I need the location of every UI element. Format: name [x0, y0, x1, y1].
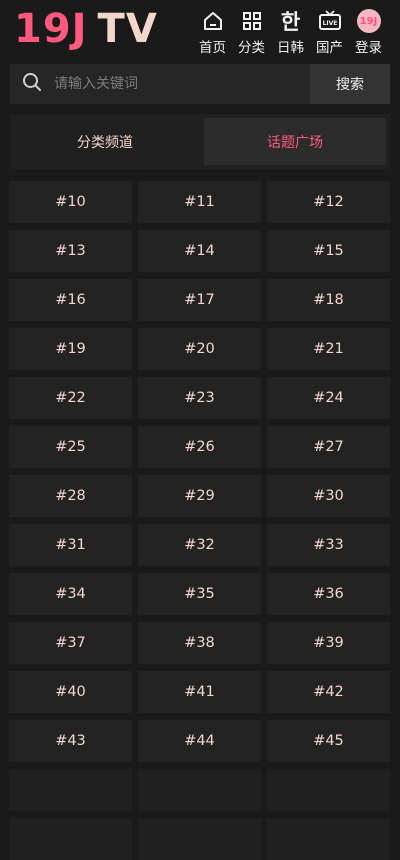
- topic-tag[interactable]: #12: [267, 181, 390, 223]
- topic-grid: #10 #11 #12 #13 #14 #15 #16 #17 #18 #19 #20 #21 #22 #…: [9, 181, 391, 860]
- topic-tag-loading: [267, 769, 390, 811]
- topic-tag[interactable]: #31: [9, 524, 132, 566]
- topic-tag[interactable]: #34: [9, 573, 132, 615]
- topic-tag[interactable]: #27: [267, 426, 390, 468]
- topic-tag[interactable]: #21: [267, 328, 390, 370]
- nav-login[interactable]: 19J 登录: [349, 8, 388, 56]
- topic-tag[interactable]: #36: [267, 573, 390, 615]
- topic-tag[interactable]: #33: [267, 524, 390, 566]
- nav-home-label: 首页: [199, 40, 226, 56]
- topic-tag[interactable]: #22: [9, 377, 132, 419]
- grid-icon: [239, 8, 265, 34]
- topic-tag[interactable]: #39: [267, 622, 390, 664]
- topic-tag[interactable]: #17: [138, 279, 261, 321]
- topic-tag[interactable]: #18: [267, 279, 390, 321]
- topic-tag[interactable]: #28: [9, 475, 132, 517]
- topic-tag[interactable]: #30: [267, 475, 390, 517]
- topic-tag-loading: [138, 769, 261, 811]
- topic-tag[interactable]: #16: [9, 279, 132, 321]
- nav-category-label: 分类: [238, 40, 265, 56]
- tab-category-channel[interactable]: 分类频道: [14, 118, 196, 165]
- topic-tag[interactable]: #40: [9, 671, 132, 713]
- header: 19J TV 首页 分类 한 日韩 LIVE 国产 19J 登录: [0, 0, 400, 60]
- topic-tag[interactable]: #29: [138, 475, 261, 517]
- avatar-icon: 19J: [356, 8, 382, 34]
- logo-text-tv: TV: [97, 6, 158, 52]
- logo-text-19j: 19J: [14, 6, 88, 52]
- topic-tag[interactable]: #38: [138, 622, 261, 664]
- logo[interactable]: 19J TV: [14, 6, 158, 52]
- topic-tag[interactable]: #15: [267, 230, 390, 272]
- korean-char-icon: 한: [280, 10, 301, 34]
- nav-japan-korea[interactable]: 한 日韩: [271, 8, 310, 56]
- topic-tag[interactable]: #19: [9, 328, 132, 370]
- search-bar: 搜索: [10, 64, 390, 104]
- topic-tag-loading: [9, 818, 132, 860]
- topic-tag-loading: [9, 769, 132, 811]
- topic-tag[interactable]: #14: [138, 230, 261, 272]
- nav-home[interactable]: 首页: [193, 8, 232, 56]
- topic-tag[interactable]: #41: [138, 671, 261, 713]
- search-icon: [22, 72, 42, 96]
- topic-tag[interactable]: #13: [9, 230, 132, 272]
- nav-login-label: 登录: [355, 40, 382, 56]
- topic-tag-loading: [138, 818, 261, 860]
- search-input[interactable]: [52, 75, 296, 93]
- topic-tag[interactable]: #24: [267, 377, 390, 419]
- topic-tag[interactable]: #20: [138, 328, 261, 370]
- nav-domestic-label: 国产: [316, 40, 343, 56]
- topic-tag[interactable]: #26: [138, 426, 261, 468]
- avatar: 19J: [356, 9, 381, 33]
- topic-tag[interactable]: #44: [138, 720, 261, 762]
- topic-tag-loading: [267, 818, 390, 860]
- tab-bar: 分类频道 话题广场: [10, 114, 390, 169]
- top-nav: 首页 分类 한 日韩 LIVE 国产 19J 登录: [193, 8, 388, 56]
- search-field[interactable]: [10, 64, 310, 104]
- nav-japan-korea-label: 日韩: [277, 40, 304, 56]
- topic-tag[interactable]: #10: [9, 181, 132, 223]
- topic-tag[interactable]: #37: [9, 622, 132, 664]
- home-icon: [200, 8, 226, 34]
- svg-text:LIVE: LIVE: [322, 20, 337, 27]
- nav-category[interactable]: 分类: [232, 8, 271, 56]
- tab-topic-square[interactable]: 话题广场: [204, 118, 386, 165]
- live-tv-icon: LIVE: [317, 8, 343, 34]
- topic-tag[interactable]: #23: [138, 377, 261, 419]
- topic-tag[interactable]: #11: [138, 181, 261, 223]
- topic-tag[interactable]: #45: [267, 720, 390, 762]
- search-button[interactable]: 搜索: [310, 64, 390, 104]
- topic-tag[interactable]: #42: [267, 671, 390, 713]
- topic-tag[interactable]: #35: [138, 573, 261, 615]
- topic-tag[interactable]: #32: [138, 524, 261, 566]
- topic-tag[interactable]: #43: [9, 720, 132, 762]
- topic-tag[interactable]: #25: [9, 426, 132, 468]
- nav-domestic[interactable]: LIVE 国产: [310, 8, 349, 56]
